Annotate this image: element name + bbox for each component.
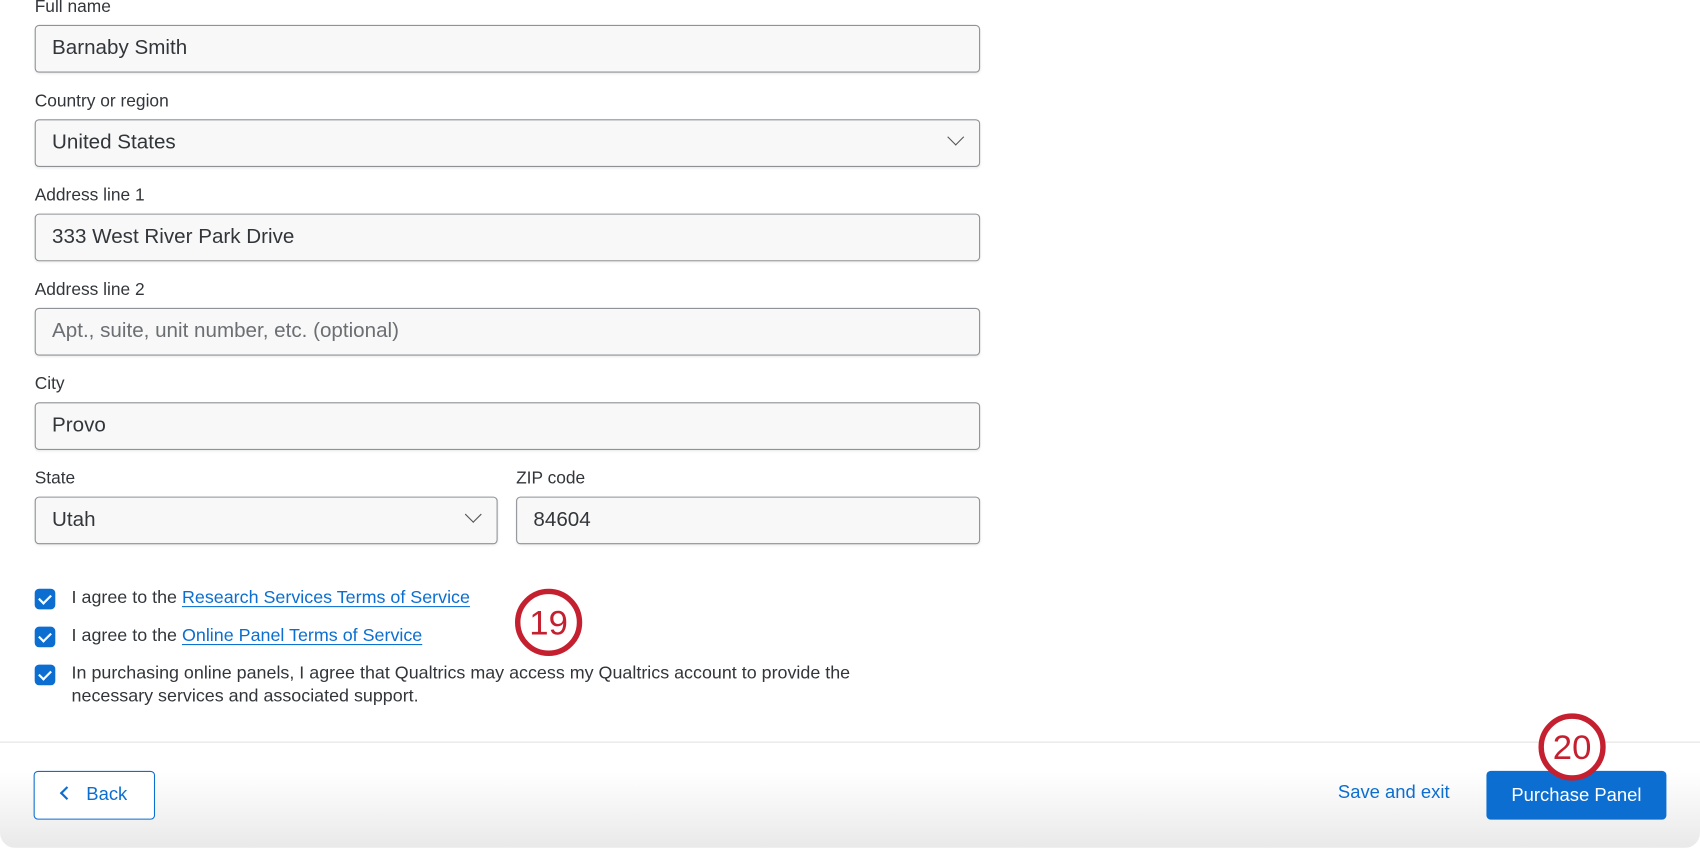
- step-20-annotation: 20: [1538, 713, 1606, 781]
- country-label: Country or region: [34, 92, 169, 111]
- chevron-down-icon: [947, 128, 965, 146]
- full-name-input[interactable]: Barnaby Smith: [34, 24, 981, 73]
- panel-terms-checkbox[interactable]: [34, 626, 56, 648]
- panel-terms-text: I agree to the Online Panel Terms of Ser…: [72, 624, 423, 647]
- save-and-exit-link[interactable]: Save and exit: [1338, 782, 1450, 804]
- address2-input[interactable]: Apt., suite, unit number, etc. (optional…: [34, 307, 981, 356]
- address1-input[interactable]: 333 West River Park Drive: [34, 213, 981, 262]
- research-terms-checkbox[interactable]: [34, 588, 56, 610]
- state-select[interactable]: Utah: [34, 496, 498, 545]
- account-access-text: In purchasing online panels, I agree tha…: [71, 663, 851, 706]
- step-19-annotation: 19: [514, 588, 583, 656]
- chevron-left-icon: [59, 786, 74, 800]
- city-input[interactable]: Provo: [34, 402, 981, 450]
- purchase-form-page: Full name Barnaby Smith Country or regio…: [0, 0, 1700, 848]
- agree-prefix: I agree to the: [71, 587, 182, 608]
- city-label: City: [34, 375, 65, 394]
- zip-label: ZIP code: [516, 469, 586, 488]
- country-value: United States: [52, 131, 176, 154]
- address1-label: Address line 1: [34, 186, 145, 205]
- agree-prefix: I agree to the: [71, 625, 182, 646]
- research-terms-link[interactable]: Research Services Terms of Service: [182, 588, 470, 608]
- zip-input[interactable]: 84604: [516, 496, 981, 545]
- state-value: Utah: [52, 508, 96, 532]
- back-button[interactable]: Back: [33, 770, 156, 820]
- country-select[interactable]: United States: [34, 119, 981, 167]
- full-name-label: Full name: [34, 0, 111, 17]
- chevron-down-icon: [464, 506, 482, 523]
- address2-label: Address line 2: [34, 280, 145, 300]
- account-access-checkbox[interactable]: [34, 664, 56, 686]
- panel-terms-link[interactable]: Online Panel Terms of Service: [182, 626, 422, 646]
- footer-divider: [0, 741, 1700, 743]
- back-label: Back: [86, 783, 128, 805]
- research-terms-text: I agree to the Research Services Terms o…: [72, 587, 470, 610]
- state-label: State: [34, 469, 76, 488]
